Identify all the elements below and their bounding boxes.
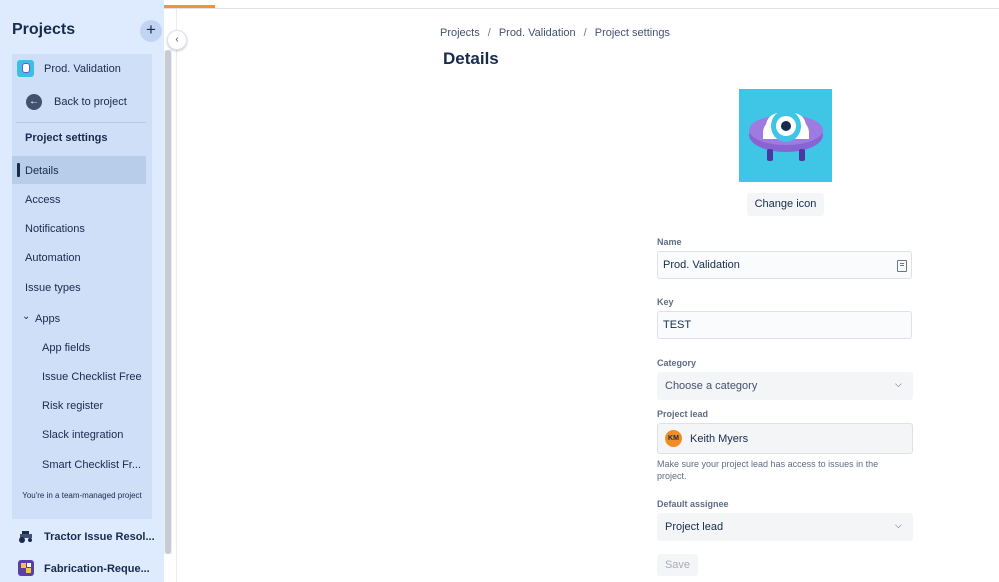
sidebar-item-label: Issue Checklist Free <box>42 371 142 383</box>
scrollbar-thumb[interactable] <box>165 50 171 554</box>
sidebar-item-label: App fields <box>42 342 91 354</box>
sidebar-item-issue-checklist[interactable]: Issue Checklist Free <box>12 362 146 390</box>
key-input[interactable] <box>663 317 883 333</box>
current-project[interactable]: Prod. Validation <box>12 54 152 84</box>
sidebar-title: Projects <box>12 21 76 38</box>
sidebar-project-fabrication[interactable]: Fabrication-Reque... <box>12 554 162 582</box>
name-input[interactable] <box>663 257 883 273</box>
breadcrumb: Projects / Prod. Validation / Project settin… <box>440 27 670 39</box>
sidebar-item-label: Risk register <box>42 400 104 412</box>
sidebar-scrollbar[interactable] <box>164 50 172 554</box>
sidebar-item-apps[interactable]: ⌄ Apps <box>12 304 146 332</box>
chevron-down-icon: ⌄ <box>22 311 31 322</box>
add-project-button[interactable]: + <box>140 20 162 42</box>
sidebar-item-risk-register[interactable]: Risk register <box>12 391 146 419</box>
default-assignee-value: Project lead <box>665 521 724 533</box>
project-avatar-icon <box>739 89 832 182</box>
save-button[interactable]: Save <box>657 554 698 576</box>
breadcrumb-projects[interactable]: Projects <box>440 27 480 39</box>
arrow-left-icon: ← <box>26 94 42 110</box>
sidebar-item-label: Smart Checklist Fr... <box>42 459 142 471</box>
key-label: Key <box>657 297 674 307</box>
key-field[interactable] <box>657 311 912 339</box>
breadcrumb-project[interactable]: Prod. Validation <box>499 27 576 39</box>
sidebar-item-label: Notifications <box>25 223 85 235</box>
sidebar-item-label: Details <box>25 165 59 177</box>
chevron-down-icon: ⌵ <box>895 379 902 389</box>
loading-indicator <box>164 5 215 8</box>
sidebar-item-label: Slack integration <box>42 429 124 441</box>
project-name: Tractor Issue Resol... <box>44 531 155 543</box>
divider <box>176 9 177 582</box>
project-lead-name: Keith Myers <box>690 433 749 445</box>
sidebar-item-details[interactable]: Details <box>12 156 146 184</box>
chevron-left-icon: ‹ <box>175 34 179 45</box>
back-to-project-label: Back to project <box>54 96 127 108</box>
sidebar-item-slack-integration[interactable]: Slack integration <box>12 420 146 448</box>
default-assignee-label: Default assignee <box>657 499 729 509</box>
page-title: Details <box>443 49 499 68</box>
change-icon-button[interactable]: Change icon <box>747 193 824 216</box>
project-lead-helper-text: Make sure your project lead has access t… <box>657 459 879 481</box>
breadcrumb-project-settings[interactable]: Project settings <box>595 27 670 39</box>
sidebar-item-access[interactable]: Access <box>12 185 146 213</box>
category-select[interactable]: Choose a category ⌵ <box>657 372 913 400</box>
fabrication-icon <box>18 560 34 576</box>
default-assignee-select[interactable]: Project lead ⌵ <box>657 513 913 541</box>
sidebar-item-notifications[interactable]: Notifications <box>12 214 146 242</box>
sidebar: Projects + Prod. Validation ← Back to pr… <box>0 0 164 582</box>
divider <box>16 122 146 123</box>
autofill-icon <box>897 260 907 272</box>
sidebar-item-label: Issue types <box>25 282 81 294</box>
sidebar-item-issue-types[interactable]: Issue types <box>12 273 146 301</box>
project-avatar-icon <box>17 60 34 77</box>
sidebar-project-tractor[interactable]: Tractor Issue Resol... <box>12 522 162 550</box>
project-lead-select[interactable]: KM Keith Myers <box>657 423 913 454</box>
project-settings-heading: Project settings <box>25 132 108 144</box>
project-lead-label: Project lead <box>657 409 709 419</box>
sidebar-item-label: Access <box>25 194 61 206</box>
project-name: Fabrication-Reque... <box>44 563 150 575</box>
sidebar-item-app-fields[interactable]: App fields <box>12 333 146 361</box>
sidebar-item-automation[interactable]: Automation <box>12 243 146 271</box>
sidebar-item-label: Apps <box>35 313 61 325</box>
sidebar-item-smart-checklist[interactable]: Smart Checklist Fr... <box>12 450 146 478</box>
name-field[interactable] <box>657 251 912 279</box>
team-managed-note: You're in a team-managed project <box>22 491 142 500</box>
avatar: KM <box>665 430 682 447</box>
name-label: Name <box>657 237 682 247</box>
tractor-icon <box>18 528 34 544</box>
sidebar-item-label: Automation <box>25 252 81 264</box>
current-project-name: Prod. Validation <box>44 63 121 75</box>
category-placeholder: Choose a category <box>665 380 758 392</box>
collapse-sidebar-button[interactable]: ‹ <box>167 30 187 50</box>
category-label: Category <box>657 358 697 368</box>
chevron-down-icon: ⌵ <box>895 520 902 530</box>
project-settings-panel: Prod. Validation ← Back to project Proje… <box>12 54 152 519</box>
